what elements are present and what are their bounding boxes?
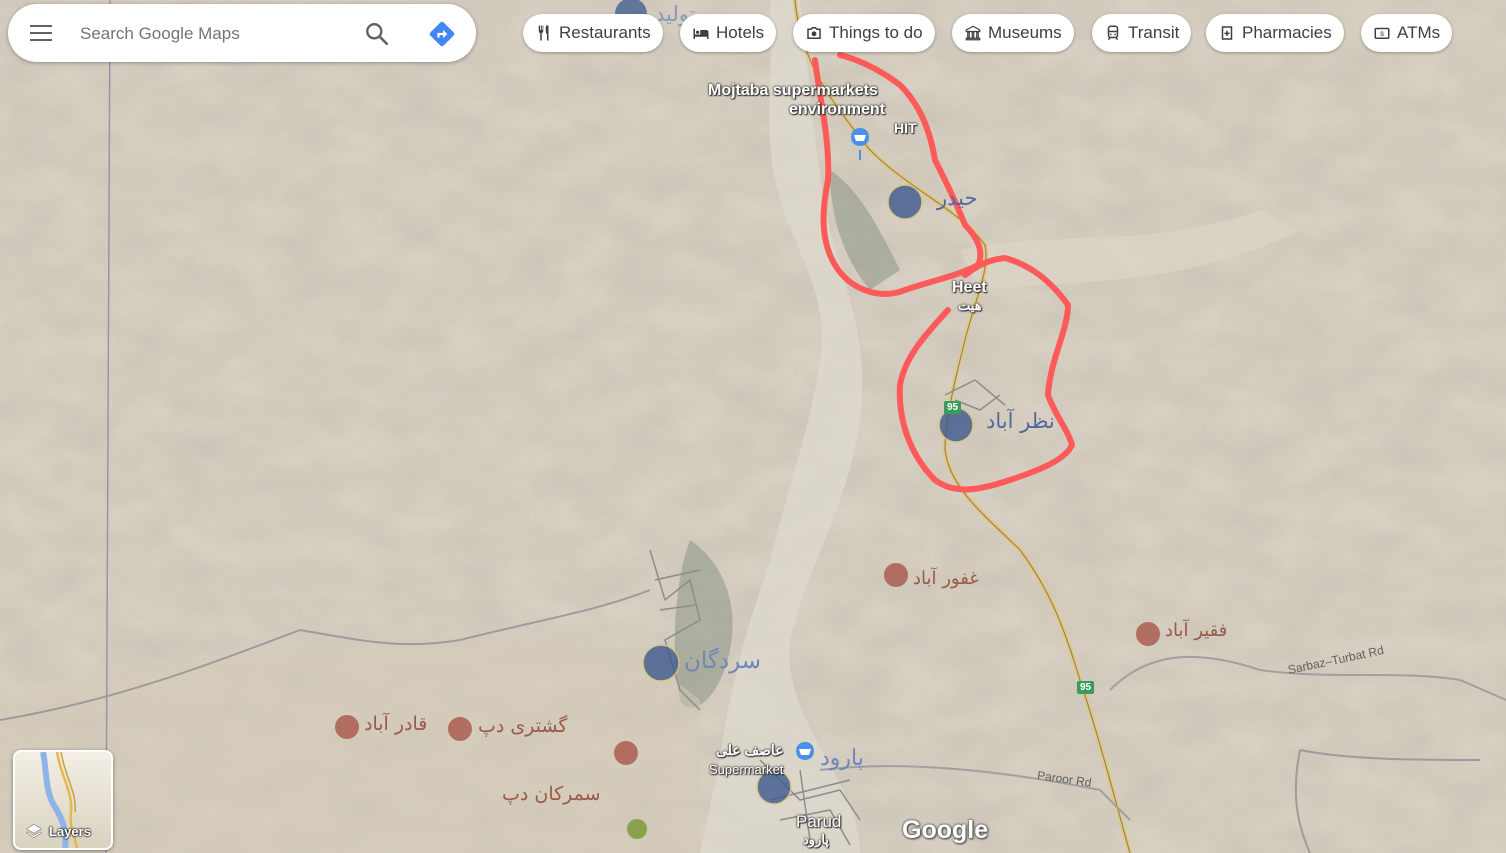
chip-hotels[interactable]: Hotels [680,14,777,52]
label-supermarket[interactable]: Supermarket [709,762,783,777]
layers-icon [26,823,42,839]
train-icon [1107,25,1119,41]
svg-text:$: $ [1380,31,1384,38]
chip-label: ATMs [1397,23,1441,42]
chip-label: Pharmacies [1242,23,1332,42]
label-samarkan[interactable]: سمرکان دپ [502,783,601,805]
chip-label: Things to do [829,23,923,42]
label-sardgan[interactable]: سردگان [684,648,761,674]
museum-icon [965,25,981,41]
route-shield: 95 [944,401,962,414]
label-mojtaba[interactable]: Mojtaba supermarkets [708,82,878,100]
satellite-map[interactable] [0,0,1506,853]
label-parud[interactable]: Parud [796,812,841,832]
label-nazarabad[interactable]: نظر آباد [986,409,1055,433]
marker-ghafurabad [884,563,908,587]
marker-sardgan [642,644,680,682]
camera-icon [807,27,821,39]
fork-knife-icon [538,25,549,41]
chip-label: Transit [1128,23,1180,42]
marker-ghaderabad [335,715,359,739]
label-geshtari[interactable]: گشتری دپ [478,715,567,737]
label-heet[interactable]: Heet [952,279,987,297]
marker-samarkan [614,741,638,765]
chip-label: Restaurants [559,23,651,42]
search-icon[interactable] [364,21,390,47]
chip-label: Museums [988,23,1062,42]
label-ghaderabad[interactable]: قادر آباد [364,713,427,735]
directions-icon[interactable] [428,20,456,48]
label-haydar[interactable]: حیدر [937,186,977,210]
label-faqirabad[interactable]: فقیر آباد [1165,620,1227,641]
label-parud-fa[interactable]: پارود [820,746,864,771]
marker-green [627,819,647,839]
chip-atms[interactable]: $ ATMs [1361,14,1453,52]
chip-restaurants[interactable]: Restaurants [523,14,663,52]
marker-faqirabad [1136,622,1160,646]
marker-haydar [887,184,923,220]
atm-icon: $ [1374,27,1390,39]
chip-museums[interactable]: Museums [952,14,1074,52]
marker-geshtari [448,717,472,741]
search-box [8,4,476,62]
label-ghafurabad[interactable]: غفور آباد [913,568,979,589]
label-environment[interactable]: environment [789,101,885,119]
label-parud-fa2[interactable]: پارود [803,832,829,848]
label-heet-fa[interactable]: هیت [958,298,982,314]
search-input[interactable] [78,18,352,50]
chip-things-to-do[interactable]: Things to do [793,14,935,52]
chip-label: Hotels [716,23,765,42]
chip-pharmacies[interactable]: Pharmacies [1206,14,1344,52]
layers-button[interactable]: Layers [13,750,113,850]
route-shield-2: 95 [1077,681,1095,694]
bed-icon [693,28,709,39]
chip-transit[interactable]: Transit [1092,14,1192,52]
supermarket-pin-parud [796,742,814,760]
pharmacy-icon [1221,26,1233,40]
label-asef[interactable]: عاصف علی [716,742,784,759]
menu-icon[interactable] [28,21,54,45]
layers-label: Layers [49,824,91,839]
google-logo: Google [902,816,989,844]
label-hit[interactable]: HIT [894,120,917,136]
